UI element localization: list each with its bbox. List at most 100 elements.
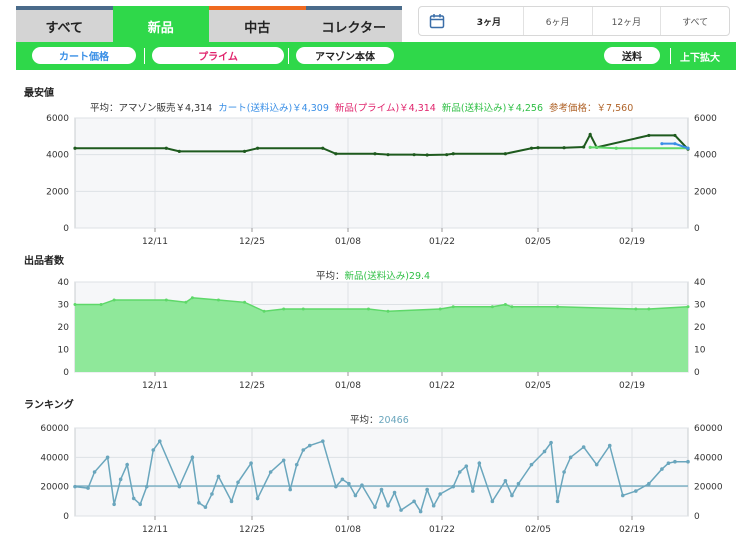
data-point [301,448,306,452]
data-point [464,464,469,468]
shipping-button[interactable]: 送料 [604,47,660,64]
x-tick-label: 02/05 [525,525,551,532]
x-tick-label: 01/08 [335,525,361,532]
data-point [112,298,116,302]
range-all[interactable]: すべて [660,7,729,35]
prime-button[interactable]: プライム [152,47,284,64]
x-tick-label: 02/19 [619,525,645,532]
data-point [86,486,90,490]
data-point [307,443,312,448]
data-point [490,499,495,504]
data-point [190,455,195,460]
data-point [673,142,677,146]
data-point [288,487,293,492]
data-point [373,505,377,509]
y-tick-label-left: 20000 [40,483,69,493]
data-point [392,490,397,495]
y-tick-label-right: 60000 [694,424,723,434]
data-point [647,133,651,138]
data-point [562,470,566,474]
data-point [555,499,560,504]
series-line-1 [590,146,688,150]
data-point [438,307,442,311]
plot-area [74,117,689,229]
range-12m[interactable]: 12ヶ月 [591,7,661,35]
calendar-icon[interactable] [419,7,455,35]
ranking-chart: 0 0 20000 20000 40000 40000 60000 60000 12/11 12/… [40,424,723,532]
y-tick-label-right: 0 [694,224,700,234]
y-tick-label-right: 20 [694,323,706,333]
data-point [373,152,377,156]
data-point [347,481,351,486]
data-point [99,303,103,306]
data-point [412,499,416,504]
y-tick-label-right: 6000 [694,114,717,124]
x-tick-label: 12/11 [142,525,168,532]
sellers-chart: 0 0 10 10 20 20 30 30 40 40 12/11 12/25 01/08 01/22 02… [58,278,706,390]
range-3m[interactable]: 3ヶ月 [455,7,523,35]
data-point [536,146,540,150]
data-point [268,470,273,474]
zoom-button[interactable]: 上下拡大 [680,49,720,64]
data-point [588,132,592,137]
data-point [634,307,638,311]
tab-collector[interactable]: コレクター [305,6,402,42]
data-point [647,481,651,486]
data-point [379,487,384,492]
data-point [164,298,168,302]
range-6m[interactable]: 6ヶ月 [522,7,592,35]
x-tick-label: 01/22 [429,237,455,247]
data-point [73,484,77,489]
y-tick-label-left: 6000 [46,114,69,124]
x-tick-label: 01/22 [429,381,455,390]
data-point [386,503,390,508]
data-point [425,487,429,492]
data-point [216,298,220,302]
data-point [529,146,534,150]
data-point [412,153,416,157]
data-point [334,484,338,489]
tab-all[interactable]: すべて [16,6,113,42]
y-tick-label-left: 0 [63,512,69,522]
data-point [614,146,618,150]
y-tick-label-left: 20 [58,323,70,333]
tab-used[interactable]: 中古 [209,6,306,42]
data-point [686,459,690,464]
data-point [556,305,560,309]
data-point [131,496,136,501]
data-point [243,300,247,304]
data-point [457,470,462,474]
y-tick-label-right: 2000 [694,187,717,197]
x-tick-label: 12/11 [142,381,168,390]
x-tick-label: 02/05 [525,237,551,247]
data-point [470,489,475,493]
data-point [197,501,201,505]
x-tick-label: 02/19 [619,381,645,390]
y-tick-label-left: 2000 [46,187,69,197]
y-tick-label-left: 40000 [40,453,69,463]
data-point [321,439,325,443]
condition-tabs: すべて 新品 中古 コレクター [16,6,402,42]
cart-price-button[interactable]: カート価格 [32,47,136,64]
data-point [490,305,494,309]
data-point [516,481,521,486]
data-point [666,461,671,465]
data-point [255,496,260,501]
data-point [249,461,253,465]
amazon-button[interactable]: アマゾン本体 [296,47,394,64]
price-chart: 0 0 2000 2000 4000 4000 6000 6000 12/11 12/25 01/0… [46,114,717,247]
data-point [660,467,664,471]
x-tick-label: 01/08 [335,381,361,390]
data-point [229,499,234,504]
data-point [366,307,370,311]
y-tick-label-right: 40 [694,278,706,288]
data-point [477,461,482,465]
y-tick-label-left: 10 [58,346,70,356]
data-point [425,153,429,157]
data-point [112,502,116,507]
data-point [184,300,188,304]
data-point [562,146,566,150]
data-point [418,509,423,514]
tab-new[interactable]: 新品 [112,6,209,42]
data-point [125,462,129,467]
